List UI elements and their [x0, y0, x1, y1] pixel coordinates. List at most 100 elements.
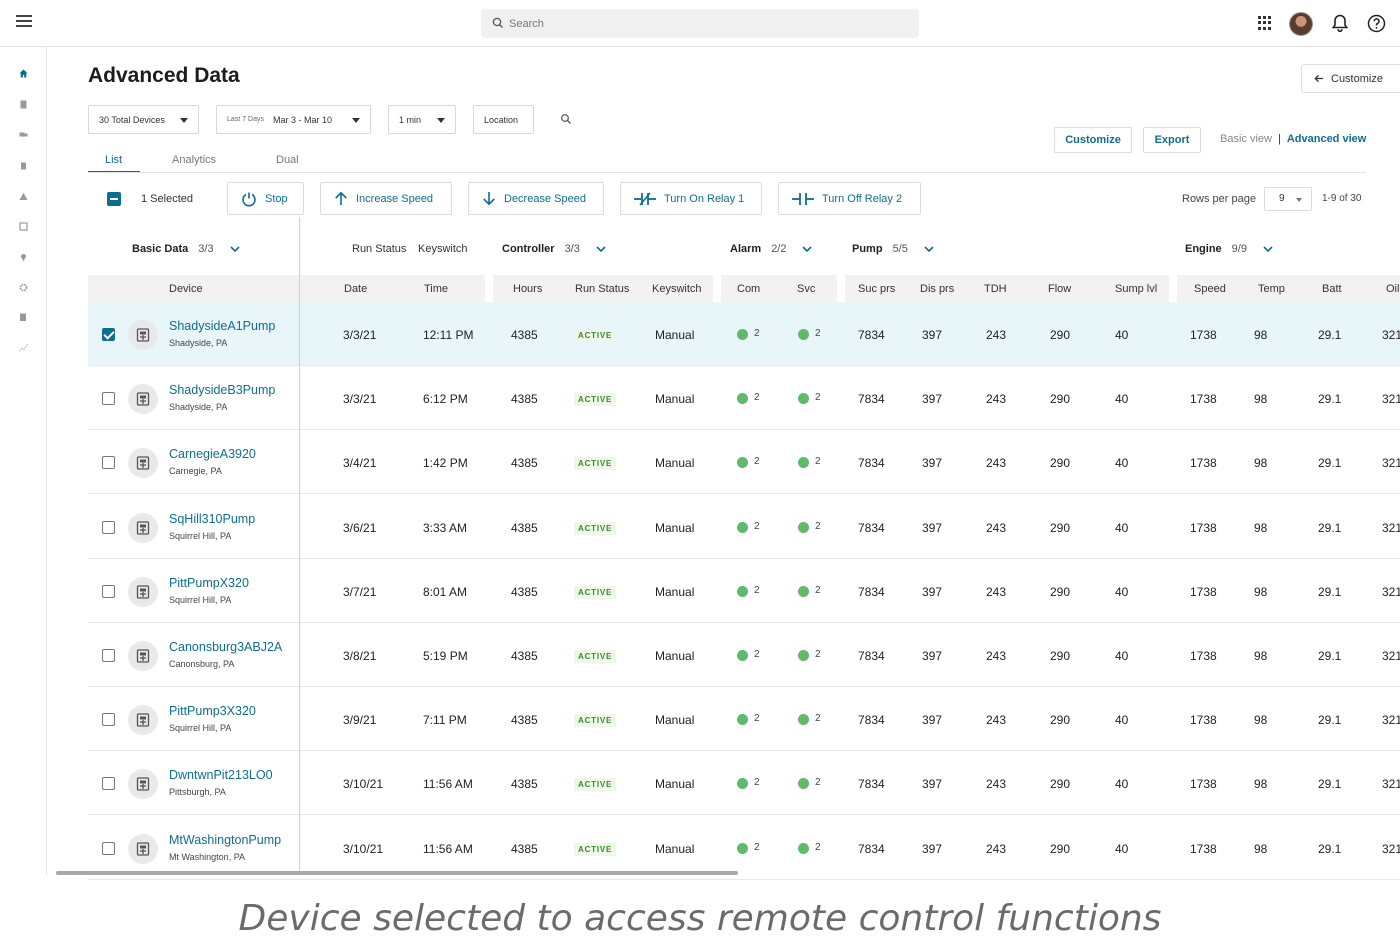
- home-icon[interactable]: [19, 69, 28, 78]
- devices-filter[interactable]: 30 Total Devices: [88, 105, 199, 134]
- column-group-gap: [837, 275, 845, 302]
- row-checkbox[interactable]: [102, 392, 115, 406]
- group-engine[interactable]: Engine 9/9: [1185, 243, 1273, 255]
- column-run-status[interactable]: Run Status: [575, 283, 629, 295]
- increase-speed-button[interactable]: Increase Speed: [320, 182, 452, 215]
- analytics-icon[interactable]: [19, 343, 28, 352]
- table-row[interactable]: ShadysideA1Pump Shadyside, PA 3/3/21 12:11 …: [88, 302, 1400, 366]
- column-com[interactable]: Com: [737, 283, 760, 295]
- device-name-link[interactable]: PittPumpX320: [169, 576, 249, 590]
- basic-view-link[interactable]: Basic view: [1220, 133, 1272, 145]
- row-checkbox[interactable]: [102, 520, 115, 534]
- cell-batt: 29.1: [1318, 649, 1342, 663]
- column-keyswitch[interactable]: Keyswitch: [652, 283, 702, 295]
- group-pump-name: Pump: [852, 243, 883, 255]
- table-row[interactable]: SqHill310Pump Squirrel Hill, PA 3/6/21 3:33…: [88, 495, 1400, 559]
- row-checkbox[interactable]: [102, 649, 115, 662]
- interval-filter[interactable]: 1 min: [388, 105, 456, 134]
- help-icon[interactable]: [1367, 14, 1386, 33]
- column-time[interactable]: Time: [424, 283, 448, 295]
- device-name-link[interactable]: ShadysideA1Pump: [169, 319, 275, 333]
- column-svc[interactable]: Svc: [797, 283, 815, 295]
- table-row[interactable]: MtWashingtonPump Mt Washington, PA 3/10/21…: [88, 816, 1400, 880]
- device-name-link[interactable]: CarnegieA3920: [169, 447, 256, 461]
- location-filter[interactable]: Location: [473, 105, 534, 134]
- device-name-link[interactable]: Canonsburg3ABJ2A: [169, 640, 282, 654]
- rows-per-page-select[interactable]: 9: [1264, 187, 1312, 211]
- column-dis-prs[interactable]: Dis prs: [920, 283, 954, 295]
- group-controller[interactable]: Controller 3/3: [502, 243, 606, 255]
- device-name-link[interactable]: PittPump3X320: [169, 704, 256, 718]
- tab-list[interactable]: List: [105, 154, 122, 166]
- device-name-link[interactable]: DwntwnPit213LO0: [169, 768, 273, 782]
- row-checkbox[interactable]: [102, 328, 115, 341]
- tab-dual[interactable]: Dual: [276, 154, 299, 166]
- table-row[interactable]: DwntwnPit213LO0 Pittsburgh, PA 3/10/21 11:5…: [88, 751, 1400, 816]
- column-sump-lvl[interactable]: Sump lvl: [1115, 283, 1157, 295]
- table-row[interactable]: CarnegieA3920 Carnegie, PA 3/4/21 1:42 PM 43…: [88, 430, 1400, 495]
- column-speed[interactable]: Speed: [1194, 283, 1226, 295]
- turn-off-relay-button[interactable]: Turn Off Relay 2: [778, 182, 921, 215]
- export-button[interactable]: Export: [1143, 127, 1201, 153]
- cell-suc-prs: 7834: [858, 713, 885, 728]
- tab-analytics[interactable]: Analytics: [172, 154, 216, 166]
- gear-icon[interactable]: [19, 283, 28, 292]
- column-hours[interactable]: Hours: [513, 283, 542, 295]
- document-icon[interactable]: [19, 100, 28, 109]
- group-basic-data[interactable]: Basic Data 3/3: [132, 243, 240, 255]
- device-name-link[interactable]: MtWashingtonPump: [169, 833, 281, 847]
- notification-bell-icon[interactable]: [1330, 13, 1350, 33]
- user-avatar[interactable]: [1289, 12, 1313, 36]
- report-icon[interactable]: [19, 313, 28, 322]
- cell-suc-prs: 7834: [858, 841, 885, 856]
- decrease-speed-button[interactable]: Decrease Speed: [468, 182, 604, 215]
- search-input[interactable]: [509, 13, 899, 34]
- stop-button[interactable]: Stop: [227, 182, 304, 215]
- map-icon[interactable]: [19, 222, 28, 231]
- column-device[interactable]: Device: [169, 283, 203, 295]
- row-checkbox[interactable]: [102, 713, 115, 727]
- column-date[interactable]: Date: [344, 283, 367, 295]
- column-tdh[interactable]: TDH: [984, 283, 1007, 295]
- select-all-checkbox[interactable]: [107, 192, 121, 206]
- customize-button[interactable]: Customize: [1054, 127, 1132, 153]
- warning-icon[interactable]: [19, 192, 28, 201]
- row-checkbox[interactable]: [102, 456, 115, 470]
- menu-icon[interactable]: [16, 15, 32, 29]
- date-range-filter[interactable]: Last 7 Days Mar 3 - Mar 10: [216, 105, 371, 134]
- location-pin-icon[interactable]: [19, 253, 28, 262]
- column-oil[interactable]: Oil: [1386, 283, 1399, 295]
- cell-temp: 98: [1254, 713, 1268, 728]
- filter-search-icon[interactable]: [560, 113, 572, 125]
- trash-icon[interactable]: [19, 161, 28, 170]
- column-flow[interactable]: Flow: [1048, 283, 1071, 295]
- row-checkbox[interactable]: [102, 777, 115, 791]
- column-suc-prs[interactable]: Suc prs: [858, 283, 895, 295]
- horizontal-scrollbar[interactable]: [56, 871, 738, 875]
- row-checkbox[interactable]: [102, 584, 115, 598]
- group-pump[interactable]: Pump 5/5: [852, 243, 934, 255]
- cell-batt: 29.1: [1318, 841, 1342, 856]
- customize-header-button[interactable]: Customize: [1301, 64, 1400, 93]
- table-row[interactable]: ShadysideB3Pump Shadyside, PA 3/3/21 6:12 P…: [88, 366, 1400, 431]
- truck-icon[interactable]: [19, 130, 28, 139]
- cell-svc: 2: [815, 777, 821, 789]
- table-row[interactable]: Canonsburg3ABJ2A Canonsburg, PA 3/8/21 5:19…: [88, 623, 1400, 687]
- search-box[interactable]: [481, 9, 919, 38]
- table-row[interactable]: PittPump3X320 Squirrel Hill, PA 3/9/21 7:11…: [88, 687, 1400, 752]
- turn-on-relay-button[interactable]: Turn On Relay 1: [620, 182, 762, 215]
- svc-status-dot: [798, 521, 809, 533]
- svc-status-dot: [798, 457, 809, 469]
- table-row[interactable]: PittPumpX320 Squirrel Hill, PA 3/7/21 8:01 …: [88, 559, 1400, 623]
- apps-grid-icon[interactable]: [1258, 16, 1272, 30]
- device-name-link[interactable]: ShadysideB3Pump: [169, 383, 275, 397]
- device-name-link[interactable]: SqHill310Pump: [169, 512, 255, 526]
- advanced-view-link[interactable]: Advanced view: [1287, 133, 1366, 145]
- row-checkbox[interactable]: [102, 841, 115, 855]
- cell-flow: 290: [1050, 777, 1071, 792]
- cell-hours: 4385: [511, 328, 538, 342]
- column-batt[interactable]: Batt: [1322, 283, 1342, 295]
- cell-dis-prs: 397: [922, 777, 943, 792]
- column-temp[interactable]: Temp: [1258, 283, 1285, 295]
- group-alarm[interactable]: Alarm 2/2: [730, 243, 813, 255]
